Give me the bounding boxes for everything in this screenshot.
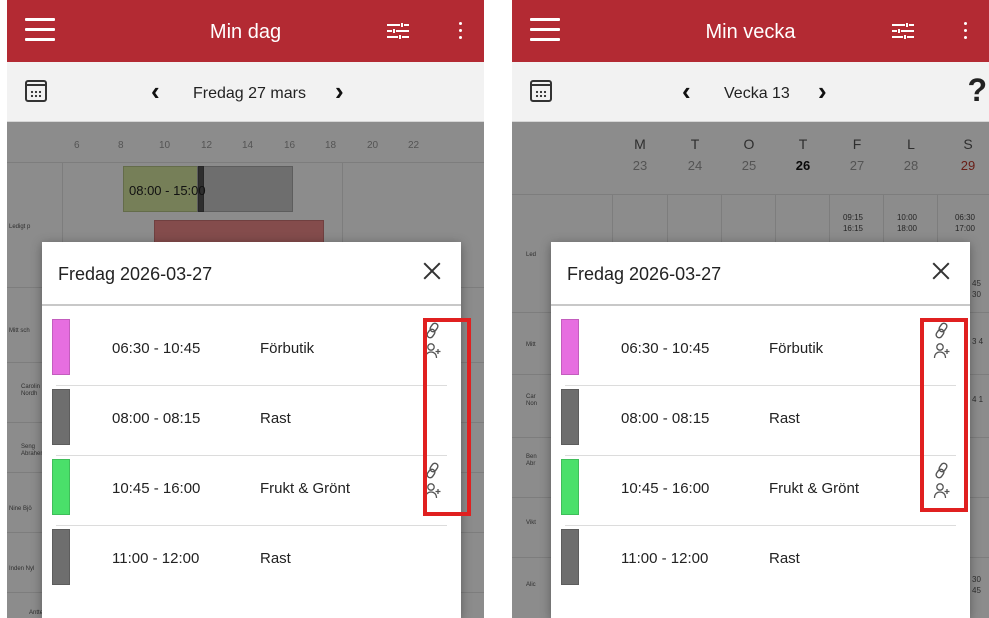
day-view-screen: Min dag ‹ Fredag 27 mars › 6 8 10 12 14 … — [7, 0, 484, 618]
entry-time: 10:45 - 16:00 — [621, 480, 710, 497]
add-user-icon[interactable] — [424, 482, 442, 500]
entry-department: Rast — [769, 550, 800, 567]
link-icon[interactable] — [934, 462, 950, 480]
schedule-entry[interactable]: 06:30 - 10:45 Förbutik — [42, 316, 461, 386]
dialog-header: Fredag 2026-03-27 — [42, 242, 461, 306]
entry-department: Frukt & Grönt — [769, 480, 860, 497]
entry-department: Förbutik — [260, 340, 315, 357]
dialog-title: Fredag 2026-03-27 — [567, 264, 722, 284]
current-week-label: Vecka 13 — [724, 85, 790, 102]
more-options-icon[interactable] — [455, 22, 465, 42]
more-options-icon[interactable] — [960, 22, 970, 42]
add-user-icon[interactable] — [933, 482, 951, 500]
link-icon[interactable] — [934, 322, 950, 340]
schedule-entry[interactable]: 08:00 - 08:15 Rast — [551, 386, 970, 456]
filter-settings-icon[interactable] — [892, 22, 914, 40]
entry-time: 10:45 - 16:00 — [112, 480, 201, 497]
next-week-chevron-icon[interactable]: › — [818, 76, 827, 107]
entry-color-swatch — [561, 529, 579, 585]
entry-actions[interactable] — [421, 462, 443, 508]
filter-settings-icon[interactable] — [387, 22, 409, 40]
entry-department: Rast — [260, 550, 291, 567]
week-navigation-bar: ‹ Vecka 13 › ? — [512, 62, 989, 122]
dialog-header: Fredag 2026-03-27 — [551, 242, 970, 306]
entry-color-swatch — [561, 389, 579, 445]
entry-time: 08:00 - 08:15 — [621, 410, 710, 427]
entry-actions[interactable] — [930, 462, 952, 508]
entry-time: 08:00 - 08:15 — [112, 410, 201, 427]
app-bar: Min vecka — [512, 0, 989, 62]
entry-department: Rast — [769, 410, 800, 427]
entry-department: Frukt & Grönt — [260, 480, 351, 497]
screen-title: Min dag — [209, 21, 282, 43]
help-icon[interactable]: ? — [967, 72, 987, 109]
schedule-entry[interactable]: 10:45 - 16:00 Frukt & Grönt — [551, 456, 970, 526]
day-details-dialog: Fredag 2026-03-27 06:30 - 10:45 Förbutik… — [42, 242, 461, 618]
entry-actions[interactable] — [930, 322, 952, 368]
entry-color-swatch — [561, 319, 579, 375]
entry-department: Rast — [260, 410, 291, 427]
entry-department: Förbutik — [769, 340, 824, 357]
add-user-icon[interactable] — [933, 342, 951, 360]
entry-time: 06:30 - 10:45 — [621, 340, 710, 357]
entry-color-swatch — [52, 529, 70, 585]
app-bar: Min dag — [7, 0, 484, 62]
add-user-icon[interactable] — [424, 342, 442, 360]
close-icon[interactable] — [421, 260, 443, 282]
schedule-entry[interactable]: 08:00 - 08:15 Rast — [42, 386, 461, 456]
previous-day-chevron-icon[interactable]: ‹ — [151, 76, 160, 107]
link-icon[interactable] — [425, 462, 441, 480]
link-icon[interactable] — [425, 322, 441, 340]
schedule-entry[interactable]: 11:00 - 12:00 Rast — [42, 526, 461, 596]
current-date-label: Fredag 27 mars — [193, 85, 306, 102]
close-icon[interactable] — [930, 260, 952, 282]
dialog-title: Fredag 2026-03-27 — [58, 264, 213, 284]
next-day-chevron-icon[interactable]: › — [335, 76, 344, 107]
screen-title: Min vecka — [705, 21, 796, 43]
entry-time: 06:30 - 10:45 — [112, 340, 201, 357]
entry-color-swatch — [52, 389, 70, 445]
week-view-screen: Min vecka ‹ Vecka 13 › ? M 23 T 24 O 25 T 26… — [512, 0, 989, 618]
entry-color-swatch — [561, 459, 579, 515]
schedule-entry[interactable]: 11:00 - 12:00 Rast — [551, 526, 970, 596]
calendar-icon[interactable] — [25, 80, 47, 102]
calendar-icon[interactable] — [530, 80, 552, 102]
date-navigation-bar: ‹ Fredag 27 mars › — [7, 62, 484, 122]
entry-color-swatch — [52, 319, 70, 375]
entry-time: 11:00 - 12:00 — [621, 550, 709, 567]
previous-week-chevron-icon[interactable]: ‹ — [682, 76, 691, 107]
schedule-entry[interactable]: 06:30 - 10:45 Förbutik — [551, 316, 970, 386]
day-details-dialog: Fredag 2026-03-27 06:30 - 10:45 Förbutik… — [551, 242, 970, 618]
entry-time: 11:00 - 12:00 — [112, 550, 200, 567]
entry-actions[interactable] — [421, 322, 443, 368]
schedule-entry[interactable]: 10:45 - 16:00 Frukt & Grönt — [42, 456, 461, 526]
entry-color-swatch — [52, 459, 70, 515]
